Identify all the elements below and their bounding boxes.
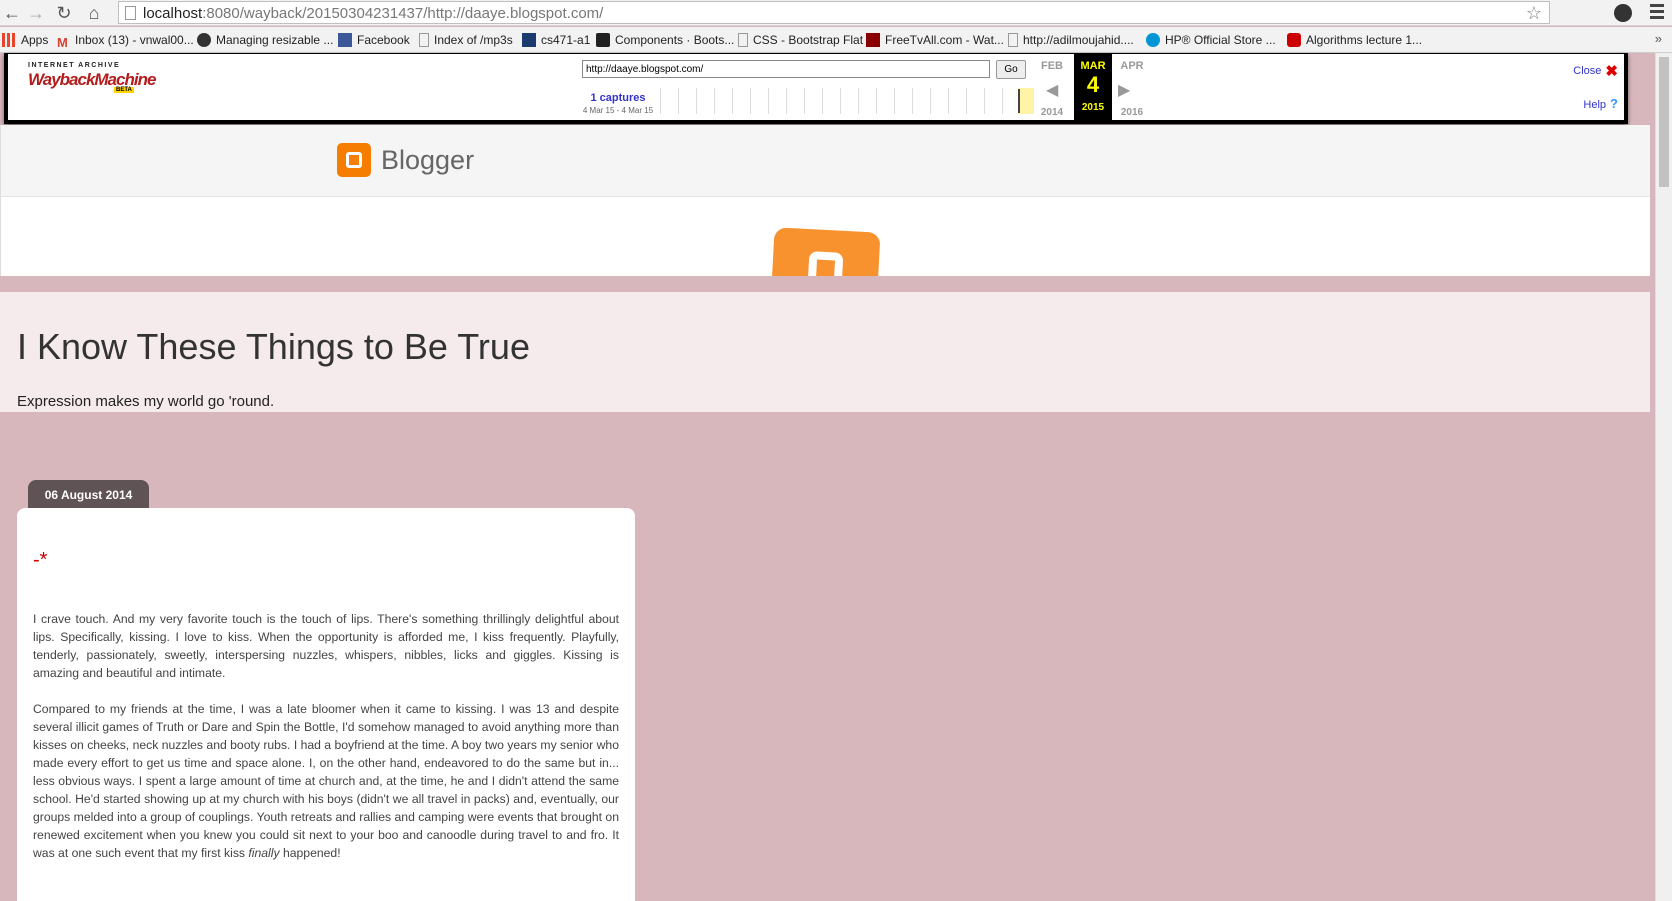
bookmarks-more-button[interactable]: » xyxy=(1655,31,1662,46)
bookmark-star-icon[interactable]: ☆ xyxy=(1526,3,1542,24)
blog-description: Expression makes my world go 'round. xyxy=(17,393,275,410)
reload-icon[interactable]: ↻ xyxy=(54,3,74,23)
scrollbar-thumb[interactable] xyxy=(1659,57,1669,187)
bookmark-hp-store[interactable]: HP® Official Store ... xyxy=(1146,32,1276,48)
blogger-large-logo-icon xyxy=(771,227,881,276)
bookmark-adilmoujahid[interactable]: http://adilmoujahid.... xyxy=(1008,32,1134,48)
apps-grid-icon xyxy=(2,33,16,47)
captures-range: 4 Mar 15 - 4 Mar 15 xyxy=(582,106,654,115)
bookmark-managing-resizable[interactable]: Managing resizable ... xyxy=(197,32,333,48)
hp-icon xyxy=(1146,33,1160,47)
blogger-logo-icon[interactable] xyxy=(337,143,371,177)
wayback-help-button[interactable]: Help? xyxy=(1583,96,1618,111)
post-title[interactable]: -* xyxy=(33,550,47,570)
wayback-close-button[interactable]: Close ✖ xyxy=(1573,62,1618,80)
blogger-header: Blogger xyxy=(0,125,1650,197)
freetv-icon xyxy=(866,33,880,47)
blog-header: I Know These Things to Be True Expressio… xyxy=(0,292,1650,412)
gmail-icon: M xyxy=(57,35,68,50)
capture-mark xyxy=(1018,89,1020,113)
bookmark-css-bootstrap-flat[interactable]: CSS - Bootstrap Flat xyxy=(738,32,863,48)
page-icon xyxy=(419,33,429,47)
menu-icon[interactable] xyxy=(1650,4,1664,20)
post-body: I crave touch. And my very favorite touc… xyxy=(33,610,619,880)
post-paragraph: I crave touch. And my very favorite touc… xyxy=(33,612,619,680)
page-icon xyxy=(738,33,748,47)
post-date-header: 06 August 2014 xyxy=(28,480,149,510)
captures-link[interactable]: 1 captures xyxy=(568,92,668,104)
facebook-icon xyxy=(338,33,352,47)
blogger-splash xyxy=(0,197,1650,276)
back-icon[interactable]: ← xyxy=(2,3,22,23)
bookmark-apps[interactable]: Apps xyxy=(2,32,48,48)
globe-icon xyxy=(197,33,211,47)
bookmark-cs471[interactable]: cs471-a1 xyxy=(522,32,590,48)
wayback-logo[interactable]: INTERNET ARCHIVE WaybackMachine BETA xyxy=(28,62,156,102)
wayback-url-input[interactable] xyxy=(582,60,990,78)
page-scrollbar[interactable] xyxy=(1655,53,1672,901)
bookmark-freetvall[interactable]: FreeTvAll.com - Wat... xyxy=(866,32,1004,48)
bookmarks-bar: Apps M Inbox (13) - vnwal00... Managing r… xyxy=(0,27,1672,53)
bookmark-algorithms-lecture[interactable]: Algorithms lecture 1... xyxy=(1287,32,1422,48)
prev-month-label[interactable]: FEB xyxy=(1032,60,1072,72)
help-icon: ? xyxy=(1610,96,1618,111)
url-input[interactable]: localhost:8080/wayback/20150304231437/ht… xyxy=(118,1,1550,24)
page-icon xyxy=(1008,33,1018,47)
home-icon[interactable]: ⌂ xyxy=(84,3,104,23)
post-paragraph: Compared to my friends at the time, I wa… xyxy=(33,702,619,860)
prev-year-label[interactable]: 2014 xyxy=(1032,107,1072,118)
prev-capture-icon[interactable]: ◀ xyxy=(1046,80,1058,100)
close-icon: ✖ xyxy=(1605,63,1618,80)
next-month-label[interactable]: APR xyxy=(1112,60,1152,72)
bootstrap-icon xyxy=(596,33,610,47)
page-icon xyxy=(125,6,136,20)
blog-title[interactable]: I Know These Things to Be True xyxy=(17,326,530,368)
next-year-label[interactable]: 2016 xyxy=(1112,107,1152,118)
bookmark-index-mp3s[interactable]: Index of /mp3s xyxy=(419,32,513,48)
wayback-go-button[interactable]: Go xyxy=(996,60,1026,79)
youtube-icon xyxy=(1287,33,1301,47)
captures-summary: 1 captures 4 Mar 15 - 4 Mar 15 xyxy=(568,92,668,115)
wayback-toolbar: INTERNET ARCHIVE WaybackMachine BETA Go … xyxy=(4,53,1628,124)
forward-icon[interactable]: → xyxy=(26,3,46,23)
blog-post: -* I crave touch. And my very favorite t… xyxy=(17,508,635,901)
capture-sparkline[interactable] xyxy=(660,88,1034,114)
url-host: localhost xyxy=(143,5,203,22)
browser-address-bar: ← → ↻ ⌂ localhost:8080/wayback/201503042… xyxy=(0,0,1672,26)
blogger-wordmark[interactable]: Blogger xyxy=(381,145,474,176)
cs-icon xyxy=(522,33,536,47)
current-capture-date: MAR 4 2015 xyxy=(1074,54,1112,122)
extension-icon[interactable] xyxy=(1614,4,1632,22)
bookmark-facebook[interactable]: Facebook xyxy=(338,32,410,48)
bookmark-inbox[interactable]: M Inbox (13) - vnwal00... xyxy=(57,32,194,50)
next-capture-icon[interactable]: ▶ xyxy=(1118,80,1130,100)
url-path: :8080/wayback/20150304231437/http://daay… xyxy=(202,5,604,22)
bookmark-components-bootstrap[interactable]: Components · Boots... xyxy=(596,32,734,48)
